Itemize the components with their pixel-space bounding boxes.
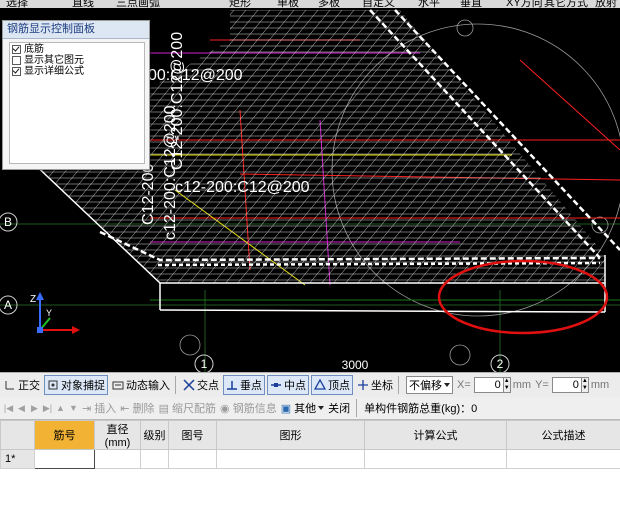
column-header-figure-no[interactable]: 图号 bbox=[168, 420, 217, 450]
next-record-icon[interactable]: ▶ bbox=[30, 403, 39, 414]
y-unit: mm bbox=[590, 379, 610, 391]
axis-gizmo-icon: Z Y bbox=[30, 292, 80, 334]
move-down-icon[interactable]: ▼ bbox=[69, 403, 78, 414]
offset-mode-select[interactable]: 不偏移 bbox=[406, 376, 453, 394]
midpoint-button[interactable]: 中点 bbox=[267, 375, 309, 395]
axis-gizmo-z: Z bbox=[30, 294, 36, 305]
checkbox-bottom-rebar[interactable] bbox=[12, 45, 21, 54]
axis-bubbles bbox=[0, 212, 510, 372]
delete-icon: ⇤ bbox=[120, 402, 130, 415]
row-index[interactable]: 1* bbox=[0, 449, 35, 469]
rebar-label-main: c12-200:C12@200 bbox=[175, 179, 310, 196]
y-input[interactable]: 0 bbox=[551, 377, 582, 393]
vertex-button[interactable]: 顶点 bbox=[311, 375, 353, 395]
dynamic-input-button[interactable]: 动态输入 bbox=[110, 376, 172, 394]
perpendicular-button[interactable]: 垂点 bbox=[223, 375, 265, 395]
x-spinner[interactable]: ▲ ▼ bbox=[503, 377, 511, 393]
cell-formula-desc[interactable] bbox=[506, 449, 620, 469]
object-snap-button[interactable]: 对象捕捉 bbox=[44, 375, 108, 395]
object-snap-icon bbox=[47, 379, 59, 391]
rebar-display-panel: 钢筋显示控制面板 底筋 显示其它图元 显示详细公式 bbox=[2, 20, 150, 170]
axis-label-a: A bbox=[4, 298, 12, 312]
rebar-label-top: 00:C12@200 bbox=[148, 67, 243, 84]
insert-icon: ⇥ bbox=[82, 402, 92, 415]
total-weight-label: 单构件钢筋总重(kg)：0 bbox=[364, 403, 478, 415]
last-record-icon[interactable]: ▶| bbox=[43, 403, 52, 414]
cell-shape[interactable] bbox=[216, 449, 365, 469]
axis-label-2: 2 bbox=[497, 357, 504, 371]
column-header-bar-no[interactable]: 筋号 bbox=[34, 420, 95, 450]
scale-rebar-icon: ▤ bbox=[158, 402, 169, 415]
vertex-icon bbox=[313, 378, 327, 391]
column-header-index bbox=[0, 420, 35, 450]
panel-title: 钢筋显示控制面板 bbox=[3, 21, 149, 39]
other-menu-button[interactable]: ▣ 其他 bbox=[280, 400, 325, 416]
axis-grid bbox=[0, 223, 620, 372]
move-up-icon[interactable]: ▲ bbox=[56, 403, 65, 414]
chevron-down-icon bbox=[318, 406, 325, 410]
y-label: Y= bbox=[535, 379, 549, 391]
dynamic-input-icon bbox=[112, 379, 124, 391]
perpendicular-icon bbox=[226, 379, 238, 391]
chevron-down-icon bbox=[444, 383, 450, 387]
midpoint-icon bbox=[270, 379, 282, 391]
dimension-label: 3000 bbox=[342, 358, 369, 372]
x-label: X= bbox=[457, 379, 471, 391]
column-header-grade[interactable]: 级别 bbox=[140, 420, 169, 450]
first-record-icon[interactable]: |◀ bbox=[4, 403, 13, 414]
x-unit: mm bbox=[512, 379, 532, 391]
intersection-icon bbox=[183, 379, 195, 391]
large-circle bbox=[331, 23, 620, 317]
cell-diameter[interactable] bbox=[94, 449, 141, 469]
snap-bar: 正交 对象捕捉 动态输入 交点 垂点 中点 顶点 坐标 不偏移 X= 0 ▲ ▼ … bbox=[0, 372, 620, 398]
delete-button[interactable]: ⇤ 删除 bbox=[120, 400, 154, 416]
intersection-button[interactable]: 交点 bbox=[181, 376, 221, 394]
table-row[interactable]: 1* bbox=[0, 449, 620, 469]
axis-gizmo-y: Y bbox=[46, 308, 52, 318]
axis-label-1: 1 bbox=[201, 357, 208, 371]
cell-bar-no[interactable] bbox=[34, 449, 95, 469]
close-button[interactable]: 关闭 bbox=[328, 400, 350, 416]
ortho-icon bbox=[4, 379, 16, 391]
rebar-editor-toolbar: |◀ ◀ ▶ ▶| ▲ ▼ ⇥ 插入 ⇤ 删除 ▤ 缩尺配筋 ◉ 钢筋信息 ▣ … bbox=[0, 397, 620, 420]
column-header-shape[interactable]: 图形 bbox=[216, 420, 365, 450]
ortho-button[interactable]: 正交 bbox=[2, 376, 42, 394]
column-header-formula-desc[interactable]: 公式描述 bbox=[506, 420, 620, 450]
panel-body: 底筋 显示其它图元 显示详细公式 bbox=[9, 42, 145, 164]
column-header-formula[interactable]: 计算公式 bbox=[364, 420, 507, 450]
panel-item-show-other[interactable]: 显示其它图元 bbox=[12, 55, 142, 66]
y-spinner[interactable]: ▲ ▼ bbox=[581, 377, 589, 393]
coordinate-button[interactable]: 坐标 bbox=[355, 376, 395, 394]
coordinate-icon bbox=[357, 379, 369, 391]
cell-formula[interactable] bbox=[364, 449, 507, 469]
checkbox-show-formula[interactable] bbox=[12, 67, 21, 76]
rebar-label-vertical-c: c12-200:C12@200 bbox=[162, 105, 179, 240]
other-menu-icon: ▣ bbox=[280, 402, 292, 415]
insert-button[interactable]: ⇥ 插入 bbox=[82, 400, 116, 416]
panel-item-show-formula[interactable]: 显示详细公式 bbox=[12, 66, 142, 77]
axis-label-b: B bbox=[4, 215, 12, 229]
cell-grade[interactable] bbox=[140, 449, 169, 469]
rebar-table: 筋号 直径(mm) 级别 图号 图形 计算公式 公式描述 1* bbox=[0, 420, 620, 519]
column-header-diameter[interactable]: 直径(mm) bbox=[94, 420, 141, 450]
3d-viewport[interactable]: 00:C12@200 c12-200:C12@200 C12-200:C12@2… bbox=[0, 8, 620, 372]
rebar-label-vertical-b: C12-200 bbox=[140, 164, 157, 225]
checkbox-show-other[interactable] bbox=[12, 56, 21, 65]
scale-rebar-button[interactable]: ▤ 缩尺配筋 bbox=[159, 400, 216, 416]
prev-record-icon[interactable]: ◀ bbox=[17, 403, 26, 414]
x-input[interactable]: 0 bbox=[473, 377, 504, 393]
rebar-info-button[interactable]: ◉ 钢筋信息 bbox=[220, 400, 277, 416]
panel-item-bottom-rebar[interactable]: 底筋 bbox=[12, 44, 142, 55]
cell-figure-no[interactable] bbox=[168, 449, 217, 469]
table-header: 筋号 直径(mm) 级别 图号 图形 计算公式 公式描述 bbox=[0, 420, 620, 450]
rebar-info-icon: ◉ bbox=[220, 402, 230, 415]
